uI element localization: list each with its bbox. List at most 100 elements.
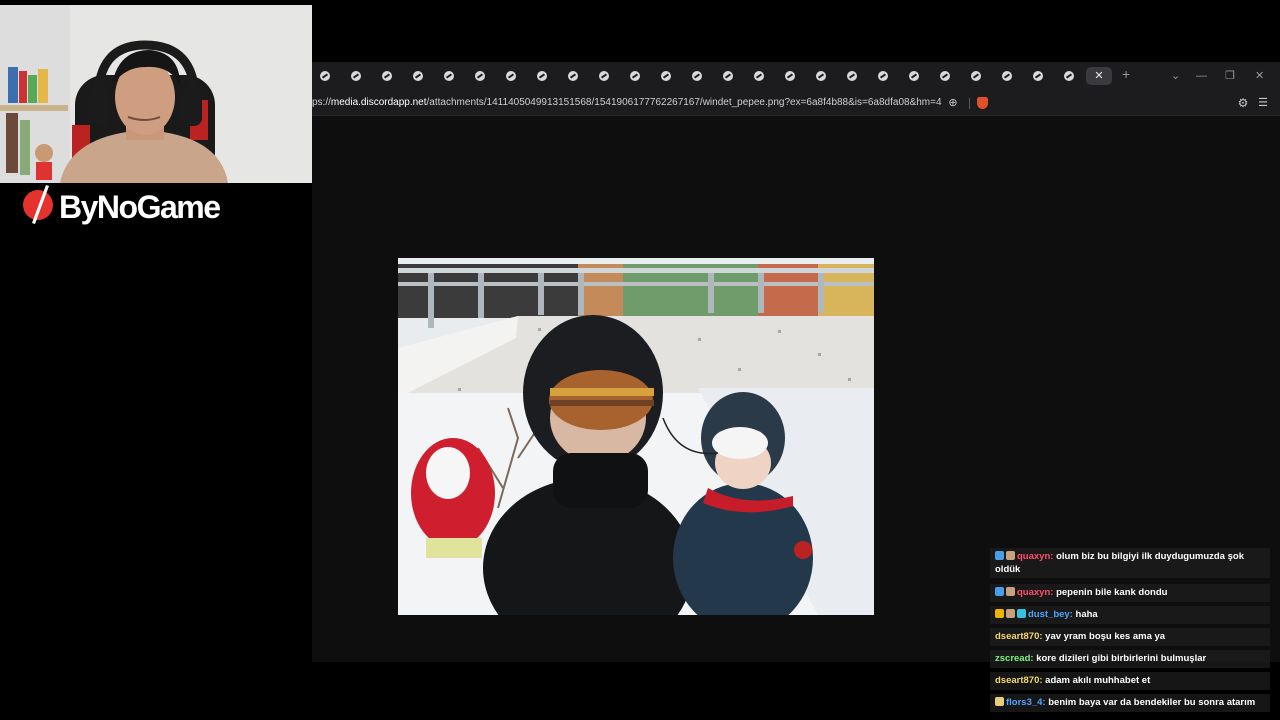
coin-badge-icon [995,697,1004,706]
chat-overlay: quaxyn: olum biz bu bilgiyi ilk duydugum… [990,548,1272,720]
close-window-button[interactable]: ✕ [1255,69,1264,83]
gem-badge-icon [1017,609,1026,618]
brave-shield-icon[interactable] [977,97,988,109]
bynogame-logo: ByNoGame [22,183,262,227]
chat-message: dseart870: adam akılı muhhabet et [990,672,1270,690]
address-bar[interactable]: ps://media.discordapp.net/attachments/14… [312,90,1280,116]
url-path: /attachments/1411405049913151568/1541906… [426,97,942,108]
tab-favicon-icon [444,71,454,81]
restore-button[interactable]: ❐ [1225,69,1235,83]
avatar-badge-icon [1006,609,1015,618]
active-tab[interactable]: ✕ [1086,67,1112,85]
minimize-button[interactable]: — [1196,69,1207,83]
extensions-icon[interactable]: ⚙ [1236,96,1250,110]
tab-favicon-icon [878,71,888,81]
browser-tab[interactable] [872,67,894,85]
chat-text: pepenin bile kank dondu [1056,587,1168,598]
tab-favicon-icon [723,71,733,81]
chat-username[interactable]: dseart870: [995,675,1043,686]
chat-message: zscread: kore dizileri gibi birbirlerini… [990,650,1270,668]
tab-favicon-icon [754,71,764,81]
browser-tab[interactable] [438,67,460,85]
stream-screen: ✕ + ⌄ — ❐ ✕ ps://media.discordapp.net/attachm… [0,0,1280,720]
browser-tab[interactable] [624,67,646,85]
tab-favicon-icon [630,71,640,81]
browser-tab[interactable] [345,67,367,85]
browser-tab[interactable] [655,67,677,85]
close-tab-icon[interactable]: ✕ [1094,67,1103,85]
viewed-photo [398,258,874,615]
tab-favicon-icon [320,71,330,81]
new-tab-button[interactable]: + [1122,67,1130,81]
tab-favicon-icon [971,71,981,81]
chat-text: haha [1075,609,1098,620]
url-prefix: ps:// [312,97,331,108]
chat-username[interactable]: flors3_4: [1006,697,1046,708]
tab-favicon-icon [785,71,795,81]
tab-favicon-icon [568,71,578,81]
address-divider [969,98,970,109]
tab-favicon-icon [909,71,919,81]
tab-favicon-icon [537,71,547,81]
browser-tab[interactable] [779,67,801,85]
chat-text: yav yram boşu kes ama ya [1045,631,1166,642]
chat-username[interactable]: quaxyn: [1017,587,1053,598]
browser-tab[interactable] [314,67,336,85]
sword-badge-icon [995,551,1004,560]
chat-message: dseart870: yav yram boşu kes ama ya [990,628,1270,646]
tab-favicon-icon [413,71,423,81]
tab-favicon-icon [506,71,516,81]
tab-favicon-icon [847,71,857,81]
chat-message: quaxyn: olum biz bu bilgiyi ilk duydugum… [990,548,1270,578]
browser-tab[interactable] [376,67,398,85]
url-host: media.discordapp.net [330,97,427,108]
webcam-feed [0,5,312,183]
browser-tab[interactable] [810,67,832,85]
browser-tab[interactable] [965,67,987,85]
chat-username[interactable]: dseart870: [995,631,1043,642]
tab-favicon-icon [1033,71,1043,81]
tab-favicon-icon [1002,71,1012,81]
tab-search-button[interactable]: ⌄ [1171,69,1180,83]
zoom-icon[interactable]: ⊕ [946,96,960,110]
browser-tab[interactable] [717,67,739,85]
avatar-badge-icon [1006,551,1015,560]
tab-favicon-icon [940,71,950,81]
tab-favicon-icon [599,71,609,81]
chat-message: quaxyn: pepenin bile kank dondu [990,584,1270,602]
url-field[interactable]: ps://media.discordapp.net/attachments/14… [312,96,942,110]
browser-tab[interactable] [934,67,956,85]
menu-icon[interactable]: ☰ [1256,96,1270,110]
chat-username[interactable]: quaxyn: [1017,551,1053,562]
chat-username[interactable]: zscread: [995,653,1034,664]
browser-tab[interactable] [748,67,770,85]
tab-favicon-icon [475,71,485,81]
avatar-badge-icon [1006,587,1015,596]
logo-text: ByNoGame [59,189,221,225]
chat-text: benim baya var da bendekiler bu sonra at… [1048,697,1256,708]
chat-message: flors3_4: benim baya var da bendekiler b… [990,694,1270,712]
browser-tab[interactable] [407,67,429,85]
browser-tab[interactable] [1058,67,1080,85]
sword-badge-icon [995,587,1004,596]
one-badge-icon [995,609,1004,618]
browser-tab[interactable] [469,67,491,85]
tab-favicon-icon [816,71,826,81]
browser-tab[interactable] [996,67,1018,85]
browser-tab[interactable] [500,67,522,85]
tab-strip: ✕ + ⌄ — ❐ ✕ [312,62,1280,90]
browser-tab[interactable] [562,67,584,85]
chat-text: adam akılı muhhabet et [1045,675,1151,686]
browser-tab[interactable] [531,67,553,85]
browser-tab[interactable] [1027,67,1049,85]
browser-tab[interactable] [593,67,615,85]
tab-favicon-icon [351,71,361,81]
tab-favicon-icon [692,71,702,81]
browser-tab[interactable] [686,67,708,85]
chat-username[interactable]: dust_bey: [1028,609,1073,620]
tab-favicon-icon [382,71,392,81]
browser-tab[interactable] [903,67,925,85]
tab-favicon-icon [1064,71,1074,81]
chat-message: dust_bey: haha [990,606,1270,624]
browser-tab[interactable] [841,67,863,85]
